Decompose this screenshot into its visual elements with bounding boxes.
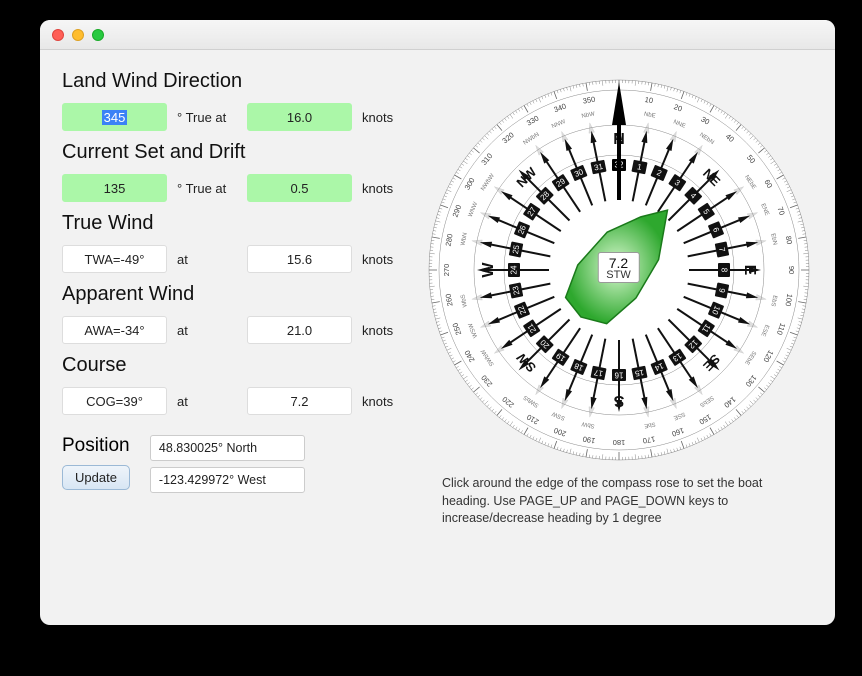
course-unit1: at — [177, 394, 237, 409]
truewind-speed[interactable]: 15.6 — [247, 245, 352, 273]
course-row: COG=39° at 7.2 knots — [62, 387, 412, 415]
content: Land Wind Direction 345 ° True at 16.0 k… — [40, 50, 835, 625]
appwind-unit1: at — [177, 323, 237, 338]
svg-text:S: S — [613, 392, 624, 409]
current-direction-input[interactable]: 135 — [62, 174, 167, 202]
svg-text:90: 90 — [787, 266, 796, 274]
compass-help-text: Click around the edge of the compass ros… — [422, 475, 815, 528]
latitude-input[interactable]: 48.830025° North — [150, 435, 305, 461]
position-title: Position — [62, 435, 130, 457]
course-unit2: knots — [362, 394, 412, 409]
truewind-unit1: at — [177, 252, 237, 267]
svg-text:E: E — [740, 265, 757, 276]
current-speed-input[interactable]: 0.5 — [247, 174, 352, 202]
truewind-row: TWA=-49° at 15.6 knots — [62, 245, 412, 273]
landwind-direction-input[interactable]: 345 — [62, 103, 167, 131]
longitude-input[interactable]: -123.429972° West — [150, 467, 305, 493]
landwind-unit2: knots — [362, 110, 412, 125]
titlebar — [40, 20, 835, 50]
close-icon[interactable] — [52, 29, 64, 41]
landwind-row: 345 ° True at 16.0 knots — [62, 103, 412, 131]
current-unit1: ° True at — [177, 181, 237, 196]
appwind-unit2: knots — [362, 323, 412, 338]
svg-text:80: 80 — [783, 235, 793, 245]
stw-label: STW — [606, 269, 630, 281]
appwind-row: AWA=-34° at 21.0 knots — [62, 316, 412, 344]
appwind-angle[interactable]: AWA=-34° — [62, 316, 167, 344]
svg-text:180: 180 — [612, 438, 625, 447]
update-button[interactable]: Update — [62, 465, 130, 490]
left-panel: Land Wind Direction 345 ° True at 16.0 k… — [62, 70, 422, 615]
minimize-icon[interactable] — [72, 29, 84, 41]
svg-text:10: 10 — [644, 95, 654, 105]
course-cog[interactable]: COG=39° — [62, 387, 167, 415]
truewind-unit2: knots — [362, 252, 412, 267]
appwind-title: Apparent Wind — [62, 283, 412, 306]
right-panel: 0102030405060708090100110120130140150160… — [422, 70, 815, 615]
svg-text:24: 24 — [509, 265, 518, 274]
current-unit2: knots — [362, 181, 412, 196]
landwind-direction-value: 345 — [102, 110, 128, 125]
truewind-title: True Wind — [62, 212, 412, 235]
compass-rose[interactable]: 0102030405060708090100110120130140150160… — [424, 75, 814, 465]
svg-text:W: W — [480, 262, 497, 278]
svg-text:16: 16 — [614, 370, 623, 379]
svg-text:8: 8 — [719, 268, 728, 273]
appwind-speed[interactable]: 21.0 — [247, 316, 352, 344]
app-window: Land Wind Direction 345 ° True at 16.0 k… — [40, 20, 835, 625]
current-row: 135 ° True at 0.5 knots — [62, 174, 412, 202]
truewind-angle[interactable]: TWA=-49° — [62, 245, 167, 273]
course-title: Course — [62, 354, 412, 377]
landwind-title: Land Wind Direction — [62, 70, 412, 93]
current-title: Current Set and Drift — [62, 141, 412, 164]
zoom-icon[interactable] — [92, 29, 104, 41]
course-speed[interactable]: 7.2 — [247, 387, 352, 415]
landwind-speed-input[interactable]: 16.0 — [247, 103, 352, 131]
stw-readout: 7.2 STW — [597, 252, 639, 283]
position-block: Position Update 48.830025° North -123.42… — [62, 435, 412, 493]
landwind-unit1: ° True at — [177, 110, 237, 125]
svg-text:270: 270 — [441, 264, 450, 277]
